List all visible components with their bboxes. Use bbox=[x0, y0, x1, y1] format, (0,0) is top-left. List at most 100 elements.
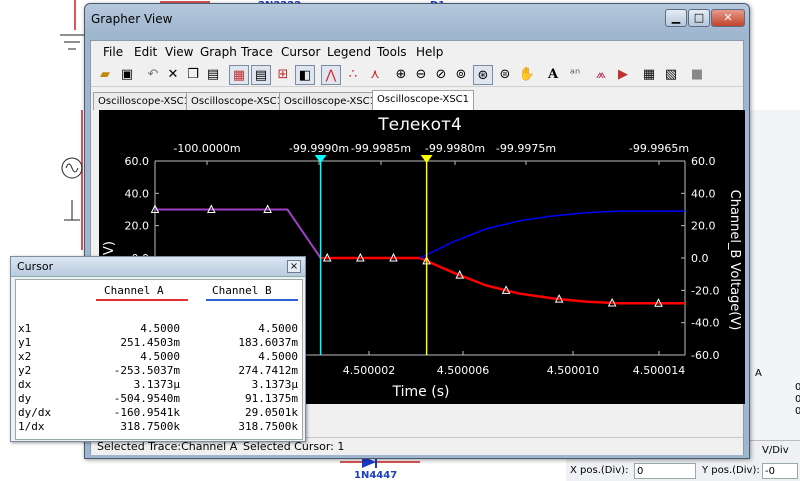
row-value-a: 3.1373µ bbox=[133, 378, 180, 391]
channel-a-underline bbox=[96, 299, 188, 301]
maximize-button[interactable]: □ bbox=[688, 9, 710, 27]
x-top-tick-label: -99.9985m bbox=[351, 142, 411, 155]
row-value-a: -253.5037m bbox=[113, 364, 180, 377]
export-icon[interactable]: ▶ bbox=[613, 65, 633, 85]
paste-icon[interactable]: ▤ bbox=[203, 65, 223, 85]
tab-oscilloscope-2[interactable]: Oscilloscope-XSC1 bbox=[186, 92, 289, 110]
line-points-icon[interactable]: ⋏ bbox=[365, 65, 385, 85]
vdiv-label: V/Div bbox=[762, 445, 789, 456]
y-right-tick-label: -60.0 bbox=[691, 349, 719, 362]
points-icon[interactable]: ∴ bbox=[343, 65, 363, 85]
channel-b-underline bbox=[206, 299, 298, 301]
ypos-label: Y pos.(Div): bbox=[702, 465, 760, 476]
cut-icon[interactable]: ✕ bbox=[163, 65, 183, 85]
cursors-icon[interactable]: ⊞ bbox=[273, 65, 293, 85]
grid-icon[interactable]: ▦ bbox=[229, 65, 249, 85]
open-icon[interactable]: ▰ bbox=[95, 65, 115, 85]
save-icon[interactable]: ▣ bbox=[117, 65, 137, 85]
row-key: x2 bbox=[18, 350, 32, 363]
row-key: y2 bbox=[18, 364, 32, 377]
x-bottom-tick-label: 4.500002 bbox=[343, 364, 396, 377]
undo-icon[interactable]: ↶ bbox=[143, 65, 163, 85]
cursor-row: dy/dx -160.9541k 29.0501k bbox=[18, 406, 300, 419]
cursor-readout-table: Channel A Channel B x1 4.5000 4.5000 y1 251… bbox=[15, 279, 303, 440]
y-left-tick-label: 40.0 bbox=[125, 187, 150, 200]
y-right-tick-label: 60.0 bbox=[691, 155, 716, 168]
cursor-close-icon[interactable]: × bbox=[287, 260, 301, 273]
zoom-x-icon[interactable]: ⊛ bbox=[473, 65, 493, 85]
cursor-row: dx 3.1373µ 3.1373µ bbox=[18, 378, 300, 391]
series-line-channel-b bbox=[419, 210, 685, 259]
y-right-axis-label: Channel_B Voltage(V) bbox=[727, 190, 742, 331]
row-value-a: 318.7500k bbox=[120, 420, 180, 433]
zoom-y-icon[interactable]: ⊜ bbox=[495, 65, 515, 85]
menu-trace[interactable]: Trace bbox=[241, 45, 273, 59]
row-value-a: 251.4503m bbox=[120, 336, 180, 349]
row-key: dy bbox=[18, 392, 32, 405]
y-left-tick-label: 60.0 bbox=[125, 155, 150, 168]
side-value: 0 bbox=[795, 394, 800, 405]
y-right-tick-label: -40.0 bbox=[691, 317, 719, 330]
side-value: A bbox=[755, 368, 762, 379]
cursor-row: dy -504.9540m 91.1375m bbox=[18, 392, 300, 405]
x-axis-label: Time (s) bbox=[392, 384, 450, 400]
menu-cursor[interactable]: Cursor bbox=[281, 45, 320, 59]
xpos-label: X pos.(Div): bbox=[570, 465, 629, 476]
menu-help[interactable]: Help bbox=[416, 45, 443, 59]
title-icon[interactable]: ᵃⁿ bbox=[565, 65, 585, 85]
grapher-titlebar[interactable]: Grapher View ▁ □ ✕ bbox=[85, 4, 749, 34]
legend-icon[interactable]: ▤ bbox=[251, 65, 271, 85]
pan-icon[interactable]: ✋ bbox=[517, 65, 537, 85]
minimize-button[interactable]: ▁ bbox=[665, 9, 687, 27]
tab-oscilloscope-4[interactable]: Oscilloscope-XSC1 bbox=[372, 90, 475, 110]
x-top-tick-label: -100.0000m bbox=[173, 142, 240, 155]
tab-oscilloscope-3[interactable]: Oscilloscope-XSC1 bbox=[279, 92, 382, 110]
y-right-tick-label: -20.0 bbox=[691, 284, 719, 297]
side-value: 0 bbox=[795, 382, 800, 393]
menu-view[interactable]: View bbox=[165, 45, 193, 59]
x-top-tick-label: -99.9990m bbox=[289, 142, 349, 155]
minimize-icon: ▁ bbox=[671, 11, 681, 24]
print-icon[interactable]: ▦ bbox=[639, 65, 659, 85]
row-value-b: 91.1375m bbox=[245, 392, 298, 405]
cursor-titlebar[interactable]: Cursor × bbox=[11, 257, 305, 277]
y-right-tick-label: 0.0 bbox=[691, 252, 709, 265]
menu-file[interactable]: File bbox=[103, 45, 123, 59]
cursor-1-handle bbox=[314, 155, 327, 163]
chart-title: Телекот4 bbox=[377, 115, 462, 135]
menu-bar: File Edit View Graph Trace Cursor Legend… bbox=[91, 41, 743, 61]
zoom-out-icon[interactable]: ⊖ bbox=[411, 65, 431, 85]
tab-oscilloscope-1[interactable]: Oscilloscope-XSC1 bbox=[93, 92, 196, 110]
properties-icon[interactable]: ▧ bbox=[661, 65, 681, 85]
xpos-field[interactable] bbox=[634, 463, 696, 479]
row-value-a: -504.9540m bbox=[113, 392, 180, 405]
close-button[interactable]: ✕ bbox=[711, 9, 745, 27]
cursor-2-handle bbox=[420, 155, 433, 163]
stop-icon[interactable]: ■ bbox=[687, 65, 707, 85]
row-value-b: 183.6037m bbox=[238, 336, 298, 349]
zoom-in-icon[interactable]: ⊕ bbox=[391, 65, 411, 85]
tab-strip: Oscilloscope-XSC1 Oscilloscope-XSC1 Osci… bbox=[91, 90, 743, 110]
row-key: x1 bbox=[18, 322, 32, 335]
menu-tools[interactable]: Tools bbox=[377, 45, 407, 59]
x-bottom-tick-label: 4.500014 bbox=[633, 364, 686, 377]
menu-edit[interactable]: Edit bbox=[134, 45, 157, 59]
row-value-b: 3.1373µ bbox=[251, 378, 298, 391]
copy-icon[interactable]: ❐ bbox=[183, 65, 203, 85]
row-value-b: 4.5000 bbox=[258, 322, 298, 335]
line-trace-icon[interactable]: ⋀ bbox=[321, 65, 341, 85]
zoom-full-icon[interactable]: ⊚ bbox=[451, 65, 471, 85]
row-value-a: 4.5000 bbox=[140, 350, 180, 363]
cursor-window-title: Cursor bbox=[17, 260, 54, 273]
color-icon[interactable]: ⩕ bbox=[591, 65, 611, 85]
cursor-row: x2 4.5000 4.5000 bbox=[18, 350, 300, 363]
ypos-field[interactable] bbox=[762, 463, 798, 479]
menu-legend[interactable]: Legend bbox=[327, 45, 371, 59]
row-value-a: 4.5000 bbox=[140, 322, 180, 335]
x-bottom-tick-label: 4.500006 bbox=[437, 364, 490, 377]
text-icon[interactable]: A bbox=[543, 65, 563, 85]
overlay-icon[interactable]: ◧ bbox=[295, 65, 315, 85]
zoom-area-icon[interactable]: ⊘ bbox=[431, 65, 451, 85]
menu-graph[interactable]: Graph bbox=[200, 45, 237, 59]
channel-b-header: Channel B bbox=[212, 284, 272, 297]
